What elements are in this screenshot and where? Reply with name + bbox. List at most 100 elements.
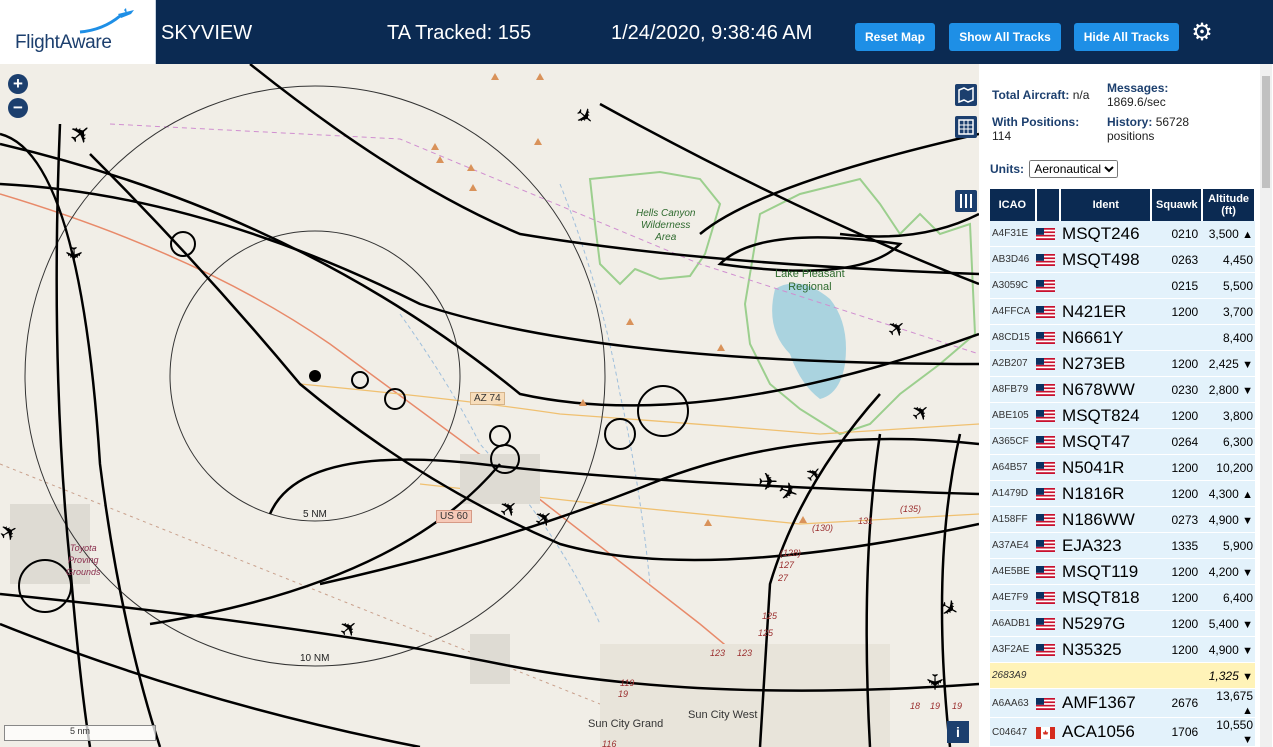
zoom-out-button[interactable]: − xyxy=(8,98,28,118)
ident-cell: N5041R xyxy=(1060,454,1152,481)
table-row[interactable]: A8CD15 N6661Y 8,400 xyxy=(990,324,1255,351)
squawk-cell: 1200 xyxy=(1151,402,1203,429)
grid-toggle-icon[interactable] xyxy=(955,116,977,138)
table-row[interactable]: A8FB79 N678WW 0230 2,800 ▼ xyxy=(990,376,1255,403)
ident-cell xyxy=(1060,272,1152,299)
ident-cell: MSQT47 xyxy=(1060,428,1152,455)
icao-cell: A8FB79 xyxy=(990,376,1036,403)
us60-shield: US 60 xyxy=(436,510,472,523)
table-row[interactable]: A2B207 N273EB 1200 2,425 ▼ xyxy=(990,350,1255,377)
flag-cell xyxy=(1035,376,1061,403)
route-number: 123 xyxy=(710,648,726,658)
table-row[interactable]: C04647 ACA1056 1706 10,550 ▼ xyxy=(990,717,1255,747)
squawk-cell: 1706 xyxy=(1151,717,1203,747)
icao-cell: A6AA63 xyxy=(990,688,1036,718)
lake-pleasant-label: Lake Pleasant Regional xyxy=(775,268,845,293)
info-button[interactable]: i xyxy=(947,721,969,743)
table-row[interactable]: A4E7F9 MSQT818 1200 6,400 xyxy=(990,584,1255,611)
flag-cell xyxy=(1035,688,1061,718)
squawk-cell: 1200 xyxy=(1151,480,1203,507)
squawk-cell: 1200 xyxy=(1151,584,1203,611)
ident-cell: N186WW xyxy=(1060,506,1152,533)
icao-cell: A4FFCA xyxy=(990,298,1036,325)
squawk-cell: 1200 xyxy=(1151,610,1203,637)
hide-all-tracks-button[interactable]: Hide All Tracks xyxy=(1074,23,1179,51)
table-row[interactable]: A158FF N186WW 0273 4,900 ▼ xyxy=(990,506,1255,533)
table-row[interactable]: A3059C 0215 5,500 xyxy=(990,272,1255,299)
table-row[interactable]: A6ADB1 N5297G 1200 5,400 ▼ xyxy=(990,610,1255,637)
table-row[interactable]: A4E5BE MSQT119 1200 4,200 ▼ xyxy=(990,558,1255,585)
sun-city-west-label: Sun City West xyxy=(688,709,758,721)
altitude-cell: 5,400 ▼ xyxy=(1202,610,1255,637)
squawk-cell: 0230 xyxy=(1151,376,1203,403)
current-datetime: 1/24/2020, 9:38:46 AM xyxy=(611,22,813,44)
map-view[interactable]: ✈ ✈ ✈ ✈ ✈ ✈ ✈ ✈ ✈ ✈ ✈ ✈ ✈ ✈ Hells Canyon… xyxy=(0,64,979,747)
flightaware-logo[interactable]: FlightAware xyxy=(0,0,156,64)
tracked-count: TA Tracked: 155 xyxy=(387,22,532,44)
scrollbar-thumb[interactable] xyxy=(1262,76,1270,188)
ident-cell: N421ER xyxy=(1060,298,1152,325)
top-bar: FlightAware SKYVIEW TA Tracked: 155 1/24… xyxy=(0,0,1273,64)
trend-icon: ▼ xyxy=(1242,734,1253,746)
reset-map-button[interactable]: Reset Map xyxy=(855,23,935,51)
us-flag-icon xyxy=(1035,332,1055,345)
route-number: 19 xyxy=(952,701,963,711)
table-row[interactable]: A6AA63 AMF1367 2676 13,675 ▲ xyxy=(990,688,1255,718)
table-row[interactable]: A1479D N1816R 1200 4,300 ▲ xyxy=(990,480,1255,507)
gear-icon[interactable]: ⚙ xyxy=(1190,20,1214,46)
ident-cell: ACA1056 xyxy=(1060,717,1152,747)
aircraft-icon[interactable]: ✈ xyxy=(60,246,86,264)
show-all-tracks-button[interactable]: Show All Tracks xyxy=(949,23,1061,51)
map-layers-icon[interactable] xyxy=(955,84,977,106)
map-canvas[interactable] xyxy=(0,64,979,747)
table-row[interactable]: A3F2AE N35325 1200 4,900 ▼ xyxy=(990,636,1255,663)
messages-stat: Messages: 1869.6/sec xyxy=(1107,81,1169,109)
us-flag-icon xyxy=(1035,514,1055,527)
column-toggle-icon[interactable] xyxy=(955,190,977,212)
us-flag-icon xyxy=(1035,644,1055,657)
positions-stat: With Positions: 114 xyxy=(992,115,1080,143)
icao-cell: A3F2AE xyxy=(990,636,1036,663)
sidebar-scrollbar[interactable] xyxy=(1260,64,1272,747)
squawk-cell xyxy=(1151,324,1203,351)
table-row[interactable]: A37AE4 EJA323 1335 5,900 xyxy=(990,532,1255,559)
route-number: (135) xyxy=(900,504,922,514)
flag-cell xyxy=(1035,454,1061,481)
table-row[interactable]: A4FFCA N421ER 1200 3,700 xyxy=(990,298,1255,325)
aircraft-icon[interactable]: ✈ xyxy=(921,673,947,691)
col-flag[interactable] xyxy=(1035,189,1062,221)
us-flag-icon xyxy=(1035,254,1055,267)
aircraft-icon[interactable]: ✈ xyxy=(758,468,778,497)
us-flag-icon xyxy=(1035,306,1055,319)
route-number: 127 xyxy=(779,560,795,570)
history-stat: History: 56728 positions xyxy=(1107,115,1190,143)
squawk-cell: 0264 xyxy=(1151,428,1203,455)
altitude-cell: 3,800 xyxy=(1202,402,1255,429)
squawk-cell: 0263 xyxy=(1151,246,1203,273)
col-ident[interactable]: Ident xyxy=(1060,189,1153,221)
table-row[interactable]: A4F31E MSQT246 0210 3,500 ▲ xyxy=(990,221,1255,247)
route-number: 131 xyxy=(858,516,874,526)
squawk-cell: 2676 xyxy=(1151,688,1203,718)
units-select[interactable]: Aeronautical xyxy=(1029,160,1119,178)
table-row[interactable]: 2683A9 1,325 ▼ xyxy=(990,662,1255,689)
trend-icon: ▼ xyxy=(1242,566,1253,579)
altitude-cell: 4,450 xyxy=(1202,246,1255,273)
route-number: 19 xyxy=(618,689,629,699)
flag-cell xyxy=(1035,558,1061,585)
zoom-in-button[interactable]: + xyxy=(8,74,28,94)
flag-cell xyxy=(1035,636,1061,663)
table-row[interactable]: AB3D46 MSQT498 0263 4,450 xyxy=(990,246,1255,273)
squawk-cell: 0273 xyxy=(1151,506,1203,533)
squawk-cell: 0215 xyxy=(1151,272,1203,299)
flag-cell xyxy=(1035,428,1061,455)
col-squawk[interactable]: Squawk xyxy=(1151,189,1204,221)
col-altitude[interactable]: Altitude (ft) xyxy=(1202,189,1256,221)
table-row[interactable]: A365CF MSQT47 0264 6,300 xyxy=(990,428,1255,455)
ident-cell: MSQT246 xyxy=(1060,221,1152,247)
col-icao[interactable]: ICAO xyxy=(990,189,1037,221)
altitude-cell: 8,400 xyxy=(1202,324,1255,351)
table-row[interactable]: A64B57 N5041R 1200 10,200 xyxy=(990,454,1255,481)
table-row[interactable]: ABE105 MSQT824 1200 3,800 xyxy=(990,402,1255,429)
flag-cell xyxy=(1035,402,1061,429)
